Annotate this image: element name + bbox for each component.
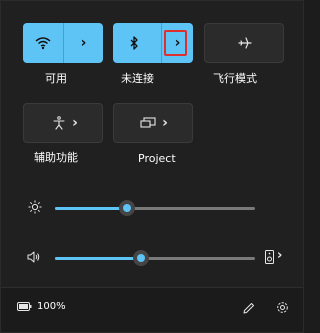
chevron-right-icon: › — [72, 115, 78, 131]
chevron-right-icon: › — [162, 115, 168, 131]
accessibility-tile[interactable]: › — [23, 103, 103, 143]
project-tile[interactable]: › — [113, 103, 193, 143]
footer-bar: 100% — [1, 287, 303, 332]
chevron-right-icon: › — [277, 248, 283, 263]
airplane-mode-label: 飞行模式 — [213, 72, 257, 85]
airplane-icon — [238, 36, 252, 50]
volume-icon[interactable] — [27, 251, 41, 263]
highlight-box — [164, 30, 187, 56]
brightness-slider-row — [23, 198, 293, 218]
battery-status[interactable]: 100% — [17, 301, 66, 312]
volume-slider-fill — [55, 257, 141, 260]
wifi-toggle[interactable] — [23, 23, 63, 63]
speaker-icon — [265, 250, 274, 264]
bluetooth-tile[interactable]: › — [113, 23, 193, 63]
bluetooth-icon — [129, 36, 139, 50]
pencil-icon[interactable] — [243, 302, 255, 314]
accessibility-label: 辅助功能 — [34, 151, 78, 164]
brightness-slider[interactable] — [55, 200, 255, 216]
accessibility-icon — [52, 116, 66, 130]
wifi-expand-button[interactable]: › — [64, 23, 103, 63]
brightness-slider-fill — [55, 207, 127, 210]
project-icon — [140, 117, 156, 129]
wifi-label: 可用 — [45, 72, 67, 85]
gear-icon[interactable] — [276, 301, 289, 314]
quick-settings-panel: › 可用 › 未连接 飞行模式 › 辅助功能 › Project › 100% — [0, 0, 304, 333]
airplane-mode-tile[interactable] — [204, 23, 284, 63]
accessibility-toggle[interactable] — [52, 104, 66, 142]
volume-slider-row: › — [23, 248, 293, 268]
brightness-slider-thumb[interactable] — [119, 200, 135, 216]
brightness-icon — [28, 200, 42, 214]
bluetooth-label: 未连接 — [121, 72, 154, 85]
volume-slider[interactable] — [55, 250, 255, 266]
chevron-right-icon: › — [80, 35, 87, 51]
wifi-tile[interactable]: › — [23, 23, 103, 63]
battery-icon — [17, 302, 32, 311]
bluetooth-toggle[interactable] — [113, 23, 155, 63]
volume-slider-thumb[interactable] — [133, 250, 149, 266]
audio-output-button[interactable]: › — [263, 248, 287, 268]
accessibility-expand-button[interactable]: › — [68, 104, 82, 142]
project-expand-button[interactable]: › — [158, 104, 172, 142]
battery-percentage: 100% — [37, 301, 66, 312]
wifi-icon — [35, 36, 51, 50]
project-toggle[interactable] — [140, 104, 156, 142]
project-label: Project — [138, 152, 176, 165]
